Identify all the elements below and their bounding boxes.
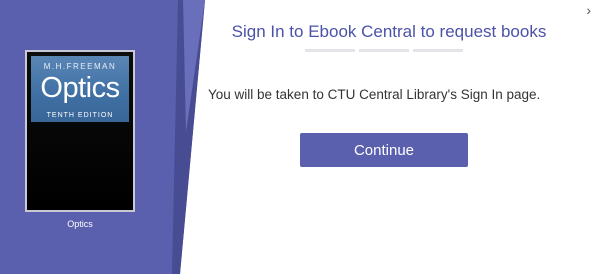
book-panel: M.H.FREEMAN Optics TENTH EDITION Optics [0, 0, 205, 274]
chevron-right-icon[interactable]: › [586, 2, 591, 18]
book-caption: Optics [67, 219, 93, 229]
continue-button[interactable]: Continue [300, 133, 468, 167]
cover-edition: TENTH EDITION [46, 112, 114, 119]
sign-in-dialog: › Sign In to Ebook Central to request bo… [205, 0, 595, 274]
progress-step [359, 49, 409, 52]
progress-steps [305, 49, 463, 52]
progress-step [413, 49, 463, 52]
dialog-heading: Sign In to Ebook Central to request book… [231, 22, 547, 41]
book-cover[interactable]: M.H.FREEMAN Optics TENTH EDITION [25, 50, 135, 212]
redirect-message: You will be taken to CTU Central Library… [208, 87, 541, 102]
cover-band: M.H.FREEMAN Optics TENTH EDITION [31, 56, 129, 122]
cover-title: Optics [40, 72, 120, 104]
progress-step [305, 49, 355, 52]
cover-author: M.H.FREEMAN [43, 62, 117, 71]
